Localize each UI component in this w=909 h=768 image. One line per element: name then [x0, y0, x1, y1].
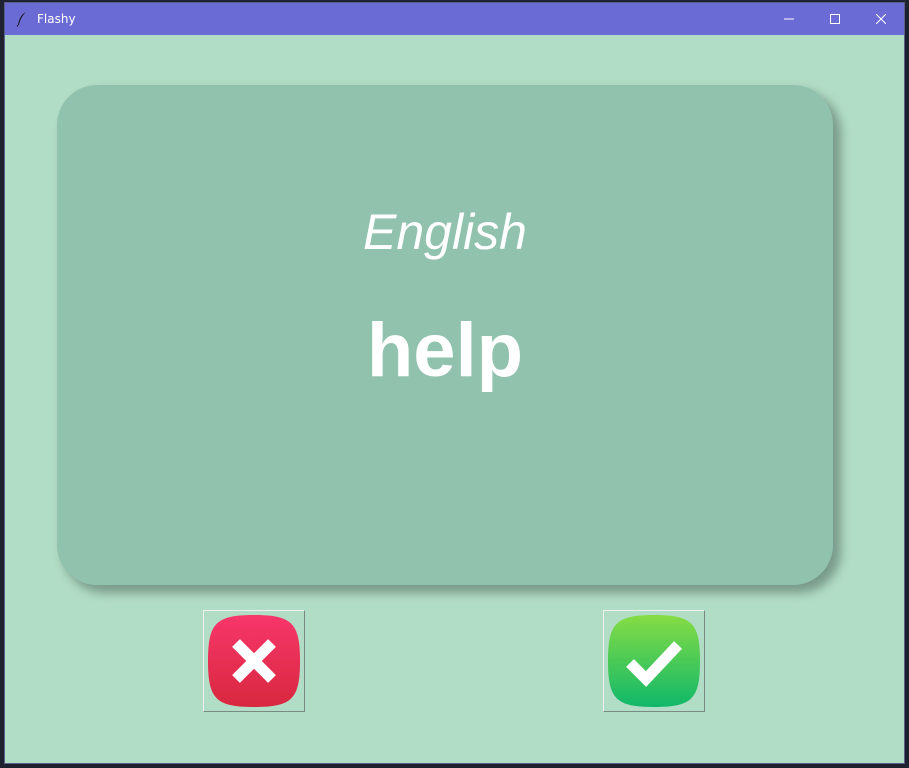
maximize-button[interactable] — [812, 3, 858, 35]
right-button[interactable] — [603, 610, 705, 712]
maximize-icon — [830, 14, 840, 24]
card-word: help — [366, 308, 524, 393]
window-title: Flashy — [37, 12, 76, 26]
checkmark-icon — [608, 615, 700, 707]
close-button[interactable] — [858, 3, 904, 35]
window-controls — [766, 3, 904, 35]
app-window: Flashy English help — [4, 2, 905, 764]
feather-icon — [15, 11, 29, 27]
minimize-icon — [784, 18, 794, 20]
title-bar[interactable]: Flashy — [5, 3, 904, 35]
wrong-button[interactable] — [203, 610, 305, 712]
flash-card: English help — [57, 85, 833, 585]
cross-icon — [208, 615, 300, 707]
close-icon — [876, 14, 886, 24]
minimize-button[interactable] — [766, 3, 812, 35]
card-language: English — [363, 204, 527, 260]
